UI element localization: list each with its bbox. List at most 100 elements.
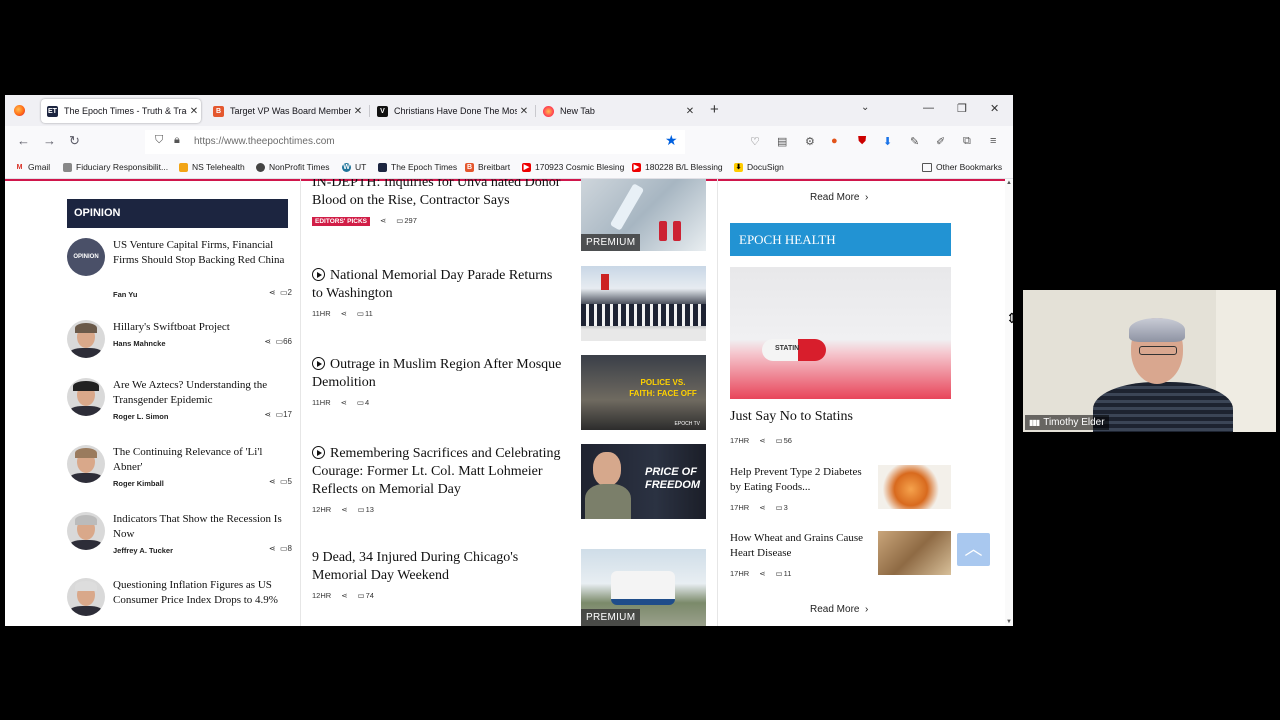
ublock-icon[interactable]: ⛊ bbox=[858, 135, 866, 148]
share-icon[interactable]: ⋖ bbox=[759, 569, 765, 578]
article-title[interactable]: Remembering Sacrifices and Celebrating C… bbox=[312, 444, 562, 499]
article-thumbnail[interactable]: PREMIUM bbox=[581, 549, 706, 626]
opinion-title[interactable]: US Venture Capital Firms, Financial Firm… bbox=[113, 238, 289, 268]
article-item[interactable]: Remembering Sacrifices and Celebrating C… bbox=[312, 444, 562, 514]
list-tabs-chevron-icon[interactable]: ⌄ bbox=[861, 102, 869, 113]
share-icon[interactable]: ⋖ bbox=[264, 410, 271, 419]
close-tab-icon[interactable]: ✕ bbox=[683, 106, 697, 117]
reader-view-icon[interactable]: ▤ bbox=[777, 135, 787, 148]
close-window-icon[interactable]: ✕ bbox=[990, 102, 999, 115]
bookmark-gmail[interactable]: M Gmail bbox=[15, 162, 51, 172]
health-article-thumbnail[interactable] bbox=[878, 531, 951, 575]
share-icon[interactable]: ⋖ bbox=[269, 477, 276, 486]
article-item[interactable]: National Memorial Day Parade Returns to … bbox=[312, 266, 562, 318]
opinion-title[interactable]: Are We Aztecs? Understanding the Transge… bbox=[113, 378, 289, 408]
comment-icon[interactable]: ▭ bbox=[775, 569, 782, 578]
tab-christians[interactable]: V Christians Have Done The Most... ✕ bbox=[371, 99, 531, 123]
health-article-title[interactable]: Help Prevent Type 2 Diabetes by Eating F… bbox=[730, 465, 870, 495]
article-title[interactable]: Outrage in Muslim Region After Mosque De… bbox=[312, 355, 562, 392]
restore-icon[interactable]: ❐ bbox=[957, 102, 967, 115]
puzzle-extension-icon[interactable]: ✎ bbox=[910, 135, 919, 148]
scroll-to-top-button[interactable]: ︿ bbox=[957, 533, 990, 566]
share-icon[interactable]: ⋖ bbox=[759, 503, 765, 512]
comment-icon[interactable]: ▭ bbox=[775, 436, 782, 445]
article-thumbnail[interactable] bbox=[581, 266, 706, 341]
opinion-title[interactable]: Hillary's Swiftboat Project bbox=[113, 320, 289, 335]
health-article-title[interactable]: Just Say No to Statins bbox=[730, 409, 853, 425]
share-icon[interactable]: ⋖ bbox=[759, 436, 765, 445]
share-icon[interactable]: ⋖ bbox=[341, 309, 347, 318]
comment-icon[interactable]: ▭ bbox=[396, 216, 403, 225]
comment-icon[interactable]: ▭ bbox=[280, 288, 288, 297]
video-call-tile[interactable]: ▮▮▮ Timothy Elder bbox=[1023, 290, 1276, 432]
share-icon[interactable]: ⋖ bbox=[269, 544, 276, 553]
bookmark-docusign[interactable]: ⬇ DocuSign bbox=[734, 162, 784, 172]
tab-target-vp[interactable]: B Target VP Was Board Member for... ✕ bbox=[207, 99, 365, 123]
share-icon[interactable]: ⋖ bbox=[264, 337, 271, 346]
close-tab-icon[interactable]: ✕ bbox=[517, 106, 531, 117]
opinion-title[interactable]: Indicators That Show the Recession Is No… bbox=[113, 512, 289, 542]
close-tab-icon[interactable]: ✕ bbox=[351, 106, 365, 117]
scroll-up-arrow-icon[interactable]: ▲ bbox=[1006, 180, 1012, 186]
article-thumbnail[interactable]: POLICE VS. FAITH: FACE OFF EPOCH TV bbox=[581, 355, 706, 430]
forward-arrow-icon[interactable]: → bbox=[43, 133, 56, 148]
bookmark-other[interactable]: Other Bookmarks bbox=[922, 162, 1002, 172]
opinion-author[interactable]: Jeffrey A. Tucker bbox=[113, 546, 173, 555]
bookmark-ut[interactable]: W UT bbox=[342, 162, 366, 172]
article-title[interactable]: National Memorial Day Parade Returns to … bbox=[312, 266, 562, 303]
lock-icon[interactable]: 🔒︎ bbox=[174, 134, 180, 147]
page-scrollbar[interactable]: ▲ ▼ bbox=[1005, 179, 1013, 626]
article-title[interactable]: IN-DEPTH: Inquiries for Unva nated Donor… bbox=[312, 179, 562, 210]
minimize-icon[interactable]: — bbox=[923, 102, 934, 114]
comment-icon[interactable]: ▭ bbox=[280, 477, 288, 486]
pocket-icon[interactable]: ♡ bbox=[750, 135, 760, 148]
opinion-author[interactable]: Roger L. Simon bbox=[113, 412, 168, 421]
comment-icon[interactable]: ▭ bbox=[276, 337, 284, 346]
health-article-title[interactable]: How Wheat and Grains Cause Heart Disease bbox=[730, 531, 870, 561]
read-more-link[interactable]: Read More › bbox=[810, 604, 868, 615]
edit-icon[interactable]: ✐ bbox=[936, 135, 945, 148]
comment-icon[interactable]: ▭ bbox=[775, 503, 782, 512]
close-tab-icon[interactable]: ✕ bbox=[187, 106, 201, 117]
article-item[interactable]: 9 Dead, 34 Injured During Chicago's Memo… bbox=[312, 549, 562, 600]
new-tab-plus-icon[interactable]: + bbox=[710, 101, 719, 118]
reload-icon[interactable]: ↻ bbox=[69, 133, 80, 149]
share-icon[interactable]: ⋖ bbox=[341, 505, 347, 514]
epoch-health-heading[interactable]: EPOCH HEALTH bbox=[730, 223, 951, 256]
opinion-author[interactable]: Fan Yu bbox=[113, 290, 137, 299]
article-thumbnail[interactable]: PRICE OF FREEDOM bbox=[581, 444, 706, 519]
comment-icon[interactable]: ▭ bbox=[357, 591, 364, 600]
bookmark-star-icon[interactable]: ★ bbox=[665, 132, 678, 149]
opinion-title[interactable]: The Continuing Relevance of 'Li'l Abner' bbox=[113, 445, 289, 475]
bookmark-nonprofit-times[interactable]: NonProfit Times bbox=[256, 162, 329, 172]
download-icon[interactable]: ⬇ bbox=[883, 135, 892, 148]
opinion-author[interactable]: Roger Kimball bbox=[113, 479, 164, 488]
opinion-title[interactable]: Questioning Inflation Figures as US Cons… bbox=[113, 578, 289, 608]
bookmark-bl-blessing[interactable]: ▶ 180228 B/L Blessing bbox=[632, 162, 723, 172]
back-arrow-icon[interactable]: ← bbox=[17, 133, 30, 148]
read-more-link[interactable]: Read More › bbox=[810, 192, 868, 203]
article-title[interactable]: 9 Dead, 34 Injured During Chicago's Memo… bbox=[312, 549, 562, 585]
tracking-shield-icon[interactable]: ⛉ bbox=[155, 134, 163, 147]
comment-icon[interactable]: ▭ bbox=[357, 398, 364, 407]
url-bar[interactable]: ⛉ 🔒︎ https://www.theepochtimes.com ★ bbox=[145, 130, 685, 154]
url-text[interactable]: https://www.theepochtimes.com bbox=[194, 136, 335, 147]
menu-hamburger-icon[interactable]: ≡ bbox=[990, 135, 996, 147]
bookmark-epoch-times[interactable]: The Epoch Times bbox=[378, 162, 457, 172]
article-item[interactable]: IN-DEPTH: Inquiries for Unva nated Donor… bbox=[312, 179, 562, 226]
opinion-author[interactable]: Hans Mahncke bbox=[113, 339, 166, 348]
bookmark-cosmic-blesing[interactable]: ▶ 170923 Cosmic Blesing bbox=[522, 162, 624, 172]
extensions-icon[interactable]: ⧉ bbox=[963, 135, 971, 148]
extension-icon[interactable]: ⚙ bbox=[805, 135, 815, 148]
tab-epoch-times[interactable]: ET The Epoch Times - Truth & Tradition ✕ bbox=[41, 99, 201, 123]
bookmark-fiduciary[interactable]: Fiduciary Responsibilit... bbox=[63, 162, 168, 172]
share-icon[interactable]: ⋖ bbox=[341, 398, 347, 407]
bookmark-breitbart[interactable]: B Breitbart bbox=[465, 162, 510, 172]
share-icon[interactable]: ⋖ bbox=[341, 591, 347, 600]
statin-image[interactable]: STATIN bbox=[730, 267, 951, 399]
bookmark-ns-telehealth[interactable]: NS Telehealth bbox=[179, 162, 245, 172]
comment-icon[interactable]: ▭ bbox=[357, 309, 364, 318]
comment-icon[interactable]: ▭ bbox=[276, 410, 284, 419]
tab-new-tab[interactable]: New Tab ✕ bbox=[537, 99, 697, 123]
comment-icon[interactable]: ▭ bbox=[357, 505, 364, 514]
